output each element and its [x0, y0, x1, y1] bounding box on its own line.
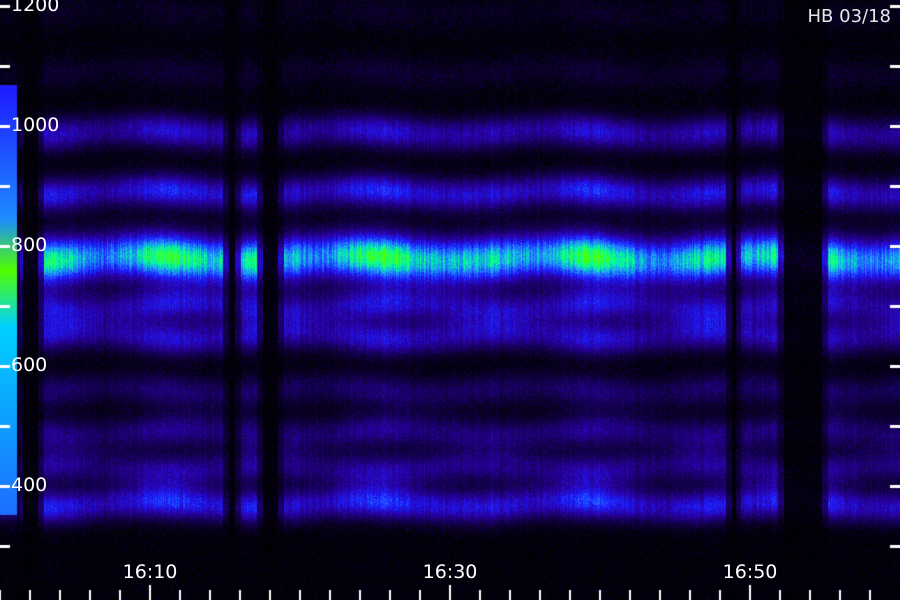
recording-annotation: HB 03/18 [807, 6, 891, 27]
y-tick-label: 600 [11, 354, 48, 376]
y-tick-label: 1200 [11, 0, 60, 16]
x-tick-label: 16:30 [422, 561, 478, 583]
x-tick-label: 16:10 [122, 561, 178, 583]
y-tick-label: 1000 [11, 114, 60, 136]
y-tick-label: 400 [11, 474, 48, 496]
x-tick-label: 16:50 [722, 561, 778, 583]
y-tick-label: 800 [11, 234, 48, 256]
spectrogram-plot [0, 0, 900, 600]
